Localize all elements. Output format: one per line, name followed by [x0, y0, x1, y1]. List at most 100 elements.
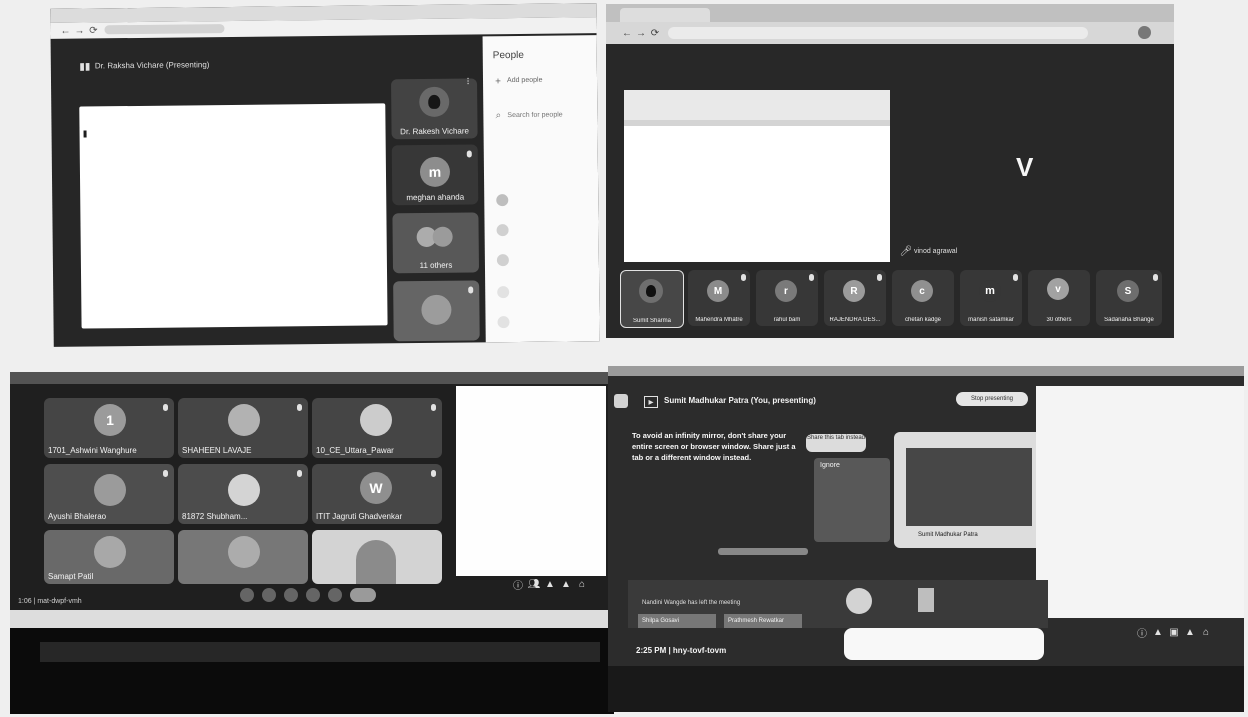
- grid-tile-video[interactable]: [312, 530, 442, 584]
- chat-icon[interactable]: ▣: [1168, 626, 1180, 638]
- participant-strip: Sumit Sharma M Mahendra Mhatre r rahul b…: [620, 270, 1168, 328]
- participant-avatar: S: [1117, 280, 1139, 302]
- forward-icon[interactable]: →: [636, 27, 646, 39]
- cursor-icon: [83, 130, 87, 138]
- browser-top-edge: [608, 366, 1244, 376]
- spreadsheet-ribbon: [624, 90, 890, 120]
- people-icon[interactable]: 👥︎: [528, 578, 541, 590]
- share-tab-button[interactable]: Share this tab instead: [806, 434, 866, 452]
- url-field[interactable]: [104, 24, 225, 35]
- ignore-menu[interactable]: Ignore: [814, 458, 890, 542]
- people-icon[interactable]: ▲: [1152, 626, 1164, 638]
- participant2-chip[interactable]: Prathmesh Rewatkar: [724, 614, 802, 628]
- browser-tab[interactable]: [620, 8, 710, 22]
- grid-tile[interactable]: 81872 Shubham...: [178, 464, 308, 524]
- grid-name: ITIT Jagruti Ghadvenkar: [316, 512, 403, 521]
- grid-tile[interactable]: 10_CE_Uttara_Pawar: [312, 398, 442, 458]
- grid-tile[interactable]: Ayushi Bhalerao: [44, 464, 174, 524]
- people-list-avatar: [496, 254, 509, 267]
- lock-icon[interactable]: ⌂: [1200, 626, 1212, 638]
- mic-button[interactable]: [240, 588, 254, 602]
- mic-off-icon: [1153, 274, 1158, 281]
- window-icon: [614, 394, 628, 408]
- reload-icon[interactable]: ⟳: [650, 27, 660, 39]
- presenter-avatar: [419, 86, 450, 118]
- participant-tile[interactable]: M Mahendra Mhatre: [688, 270, 750, 326]
- mic-off-icon: [468, 286, 474, 294]
- browser-address-bar[interactable]: ← → ⟳: [606, 22, 1174, 44]
- self-preview: Sumit Madhukar Patra: [894, 432, 1048, 548]
- others-label: 11 others: [419, 260, 453, 271]
- more-button[interactable]: [328, 588, 342, 602]
- panel-meet-share-warning: ▸ Sumit Madhukar Patra (You, presenting)…: [608, 366, 1244, 712]
- mic-off-icon: [431, 470, 436, 477]
- participant-name: manish satamkar: [968, 317, 1014, 323]
- presenter-tile[interactable]: Dr. Rakesh Vichare: [391, 78, 478, 140]
- profile-icon[interactable]: [1138, 26, 1151, 39]
- people-title: People: [492, 49, 524, 62]
- people-list-avatar: [497, 316, 510, 329]
- participant-avatar: M: [707, 280, 729, 302]
- info-icon[interactable]: ⓘ: [512, 578, 524, 592]
- scroll-indicator[interactable]: [718, 548, 808, 555]
- participant-tile[interactable]: v 30 others: [1028, 270, 1090, 326]
- others-tile[interactable]: 11 others: [392, 212, 480, 274]
- grid-name: 1701_Ashwini Wanghure: [48, 446, 137, 455]
- participant-tile-m[interactable]: m meghan ahanda: [391, 144, 479, 206]
- grid-avatar: [228, 474, 260, 506]
- participant-tile[interactable]: Sumit Sharma: [620, 270, 684, 328]
- add-person-icon[interactable]: +: [493, 76, 503, 87]
- participant-tile-extra[interactable]: [393, 280, 480, 342]
- participant-tile[interactable]: c chetan kadge: [892, 270, 954, 326]
- reload-icon[interactable]: ⟳: [88, 24, 98, 36]
- grid-tile[interactable]: [178, 530, 308, 584]
- activities-icon[interactable]: ▲: [560, 578, 572, 590]
- browser-tab-bar: [606, 4, 1174, 22]
- video-person: [356, 540, 396, 584]
- stop-presenting-button[interactable]: Stop presenting: [956, 392, 1028, 406]
- grid-tile[interactable]: SHAHEEN LAVAJE: [178, 398, 308, 458]
- present-button[interactable]: [306, 588, 320, 602]
- mic-icon: 🎤︎: [899, 245, 913, 257]
- participant-tile[interactable]: S Sadanaha Bhange: [1096, 270, 1162, 326]
- grid-avatar: W: [360, 472, 392, 504]
- participant1-chip[interactable]: Shilpa Gosavi: [638, 614, 716, 628]
- participant-tile[interactable]: R RAJENDRA DES...: [824, 270, 886, 326]
- grid-tile[interactable]: Samapt Patil: [44, 530, 174, 584]
- activities-icon[interactable]: ▲: [1184, 626, 1196, 638]
- more-options-icon[interactable]: ⁝: [463, 76, 473, 87]
- speaker-initial: V: [1016, 152, 1034, 182]
- layout-icon[interactable]: ▮▮: [79, 60, 91, 72]
- url-field[interactable]: [668, 27, 1088, 39]
- grid-avatar: [360, 404, 392, 436]
- info-icon[interactable]: ⓘ: [1136, 626, 1148, 640]
- chat-icon[interactable]: ▲: [544, 578, 556, 590]
- mic-off-icon: [741, 274, 746, 281]
- presenter-name: Dr. Rakesh Vichare: [400, 126, 469, 137]
- add-people-button[interactable]: Add people: [507, 77, 542, 84]
- participant-tile[interactable]: r rahul bam: [756, 270, 818, 326]
- laptop-hinge: [40, 642, 600, 662]
- captions-button[interactable]: [284, 588, 298, 602]
- mic-off-icon: [431, 404, 436, 411]
- others-avatar-2: [432, 226, 453, 247]
- ignore-label[interactable]: Ignore: [820, 462, 840, 469]
- presenting-label: Sumit Madhukar Patra (You, presenting): [664, 396, 816, 405]
- controls-bar: [844, 628, 1044, 660]
- leave-call-button[interactable]: [350, 588, 376, 602]
- lock-icon[interactable]: ⌂: [576, 578, 588, 590]
- mic-off-icon: [297, 404, 302, 411]
- participant-tile[interactable]: m manish satamkar: [960, 270, 1022, 326]
- grid-avatar: 1: [94, 404, 126, 436]
- spreadsheet-formula-bar: [624, 120, 890, 126]
- people-search-input[interactable]: [505, 107, 590, 123]
- grid-tile[interactable]: W ITIT Jagruti Ghadvenkar: [312, 464, 442, 524]
- back-icon[interactable]: ←: [622, 27, 632, 39]
- back-icon[interactable]: ←: [60, 25, 70, 37]
- forward-icon[interactable]: →: [74, 25, 84, 37]
- camera-button[interactable]: [262, 588, 276, 602]
- grid-avatar: [94, 536, 126, 568]
- grid-tile[interactable]: 1 1701_Ashwini Wanghure: [44, 398, 174, 458]
- participant-avatar: [846, 588, 872, 614]
- extra-avatar: [421, 294, 452, 325]
